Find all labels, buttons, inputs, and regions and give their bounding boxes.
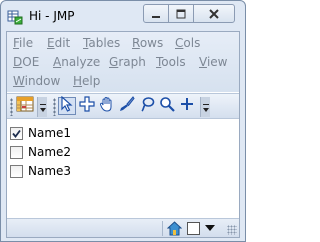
toolbar-overflow-dropdown-1[interactable] (37, 97, 47, 117)
maximize-button[interactable] (168, 4, 194, 23)
menu-tools-label: ools (161, 55, 186, 69)
menu-file-label: ile (19, 36, 34, 50)
close-icon (209, 4, 219, 23)
menu-window-label: indow (24, 74, 61, 88)
dropdown-arrow-icon[interactable] (205, 225, 215, 231)
menu-help[interactable]: Help (73, 74, 100, 88)
brush-icon (119, 96, 135, 116)
magnifier-icon (159, 96, 175, 116)
menu-tools[interactable]: Tools (156, 55, 186, 69)
checkbox-icon[interactable] (187, 222, 200, 235)
menu-tables[interactable]: Tables (83, 36, 120, 50)
lasso-button[interactable] (138, 97, 156, 115)
menu-view-accel: V (199, 55, 207, 69)
column-item[interactable]: Name2 (10, 143, 71, 161)
column-checkbox[interactable] (10, 164, 23, 178)
menu-window-accel: W (13, 74, 25, 88)
arrow-pointer-icon (60, 95, 74, 116)
checkmark-icon (12, 129, 21, 138)
menu-graph[interactable]: Graph (109, 55, 146, 69)
menu-cols-label: ols (183, 36, 201, 50)
plus-button[interactable] (178, 97, 196, 115)
title-bar[interactable]: Hi - JMP (1, 1, 245, 31)
toolbar (7, 93, 239, 119)
resize-grip[interactable] (227, 225, 237, 235)
menu-analyze-label: nalyze (61, 55, 101, 69)
app-window: Hi - JMP File Edit Tables Rows Cols DOE … (0, 0, 246, 242)
menu-bar: File Edit Tables Rows Cols DOE Analyze G… (7, 32, 239, 92)
window-title: Hi - JMP (29, 9, 75, 23)
menu-edit[interactable]: Edit (47, 36, 70, 50)
column-name: Name2 (28, 145, 72, 159)
magnifier-button[interactable] (158, 97, 176, 115)
menu-edit-accel: E (47, 36, 55, 50)
menu-rows-accel: R (132, 36, 140, 50)
menu-rows[interactable]: Rows (132, 36, 163, 50)
grabber-hand-icon (99, 96, 115, 116)
menu-doe-label: OE (22, 55, 40, 69)
menu-cols[interactable]: Cols (175, 36, 200, 50)
menu-graph-label: raph (118, 55, 146, 69)
menu-file[interactable]: File (13, 36, 33, 50)
table-grid-button[interactable] (16, 96, 34, 116)
window-client-area: File Edit Tables Rows Cols DOE Analyze G… (6, 31, 240, 238)
menu-tables-label: ables (88, 36, 121, 50)
arrow-pointer-button[interactable] (58, 95, 76, 116)
toolbar-overflow-dropdown-2[interactable] (200, 97, 210, 117)
menu-window[interactable]: Window (13, 74, 60, 88)
column-name: Name1 (28, 126, 72, 140)
menu-graph-accel: G (109, 55, 119, 69)
menu-view[interactable]: View (199, 55, 227, 69)
column-item[interactable]: Name3 (10, 162, 71, 180)
menu-doe-accel: D (13, 55, 23, 69)
home-button[interactable] (166, 221, 183, 236)
jmp-app-icon (7, 9, 23, 25)
minimize-button[interactable] (143, 4, 169, 23)
home-icon (166, 221, 183, 236)
plus-icon (179, 96, 195, 116)
column-checkbox[interactable] (10, 145, 23, 159)
close-button[interactable] (193, 4, 235, 23)
column-checkbox[interactable] (10, 126, 23, 140)
menu-rows-label: ows (139, 36, 164, 50)
table-grid-icon (16, 96, 34, 116)
toolbar-grip[interactable] (10, 98, 13, 116)
menu-analyze[interactable]: Analyze (53, 55, 100, 69)
menu-help-label: elp (82, 74, 101, 88)
status-bar (7, 218, 239, 237)
minimize-icon (151, 4, 161, 23)
brush-button[interactable] (118, 96, 136, 116)
column-item[interactable]: Name1 (10, 124, 71, 142)
menu-help-accel: H (73, 74, 83, 88)
menu-analyze-accel: A (53, 55, 62, 69)
status-divider (162, 221, 163, 236)
lasso-icon (139, 96, 155, 116)
menu-view-label: iew (206, 55, 228, 69)
maximize-icon (176, 4, 186, 23)
menu-doe[interactable]: DOE (13, 55, 39, 69)
crosshair-button[interactable] (78, 96, 96, 116)
column-name: Name3 (28, 164, 72, 178)
crosshair-icon (79, 96, 95, 116)
toolbar-grip-2[interactable] (53, 98, 56, 116)
grabber-hand-button[interactable] (98, 97, 116, 115)
menu-edit-label: dit (54, 36, 71, 50)
